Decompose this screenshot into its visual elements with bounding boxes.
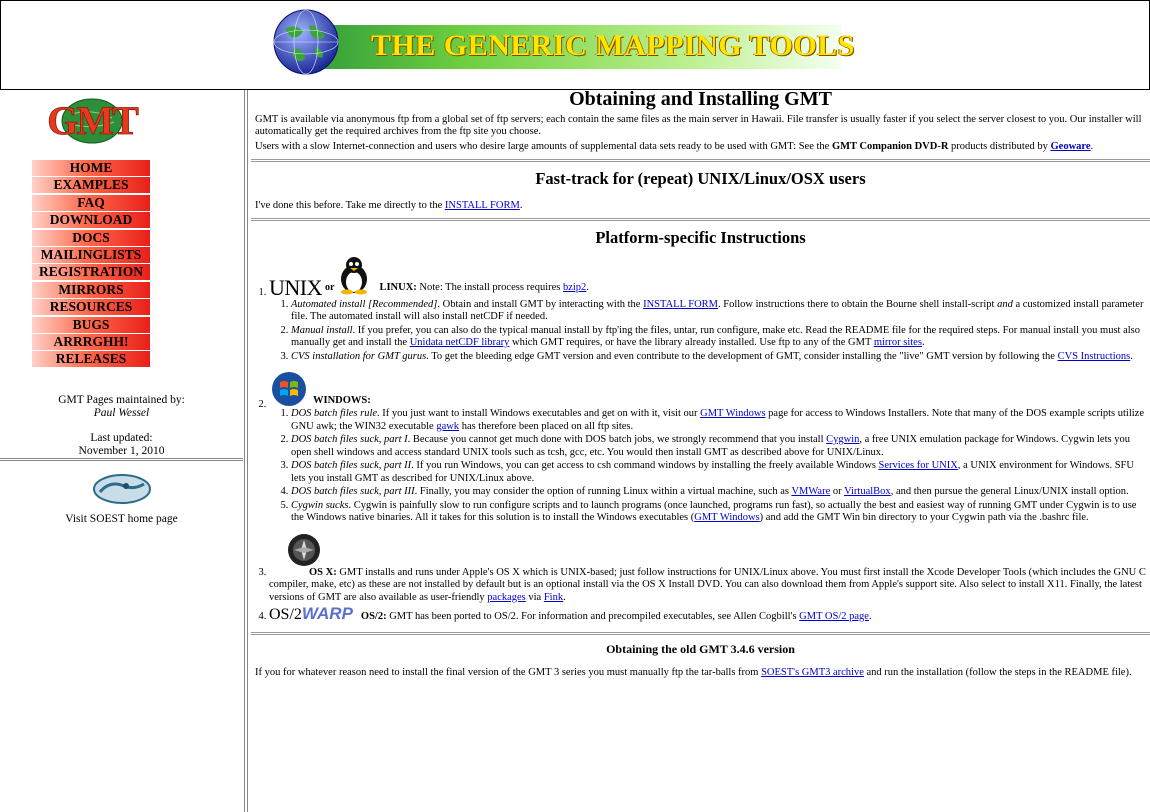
intro-section: Obtaining and Installing GMT GMT is avai… (251, 90, 1150, 162)
list-item-windows: WINDOWS: DOS batch files rule. If you ju… (269, 371, 1146, 525)
geoware-link[interactable]: Geoware (1051, 141, 1091, 152)
nav-bugs[interactable]: BUGS (32, 316, 150, 333)
sfu-link[interactable]: Services for UNIX (879, 460, 958, 471)
logo-text: GMT (47, 98, 139, 143)
bzip2-link[interactable]: bzip2 (563, 282, 586, 293)
os2-warp-logo: OS/2WARP (269, 604, 353, 623)
maintainer-name: Paul Wessel (93, 407, 150, 419)
banner-frame: THE GENERIC MAPPING TOOLS (0, 0, 1150, 90)
old-version-section: Obtaining the old GMT 3.4.6 version If y… (251, 641, 1150, 680)
main-content: Obtaining and Installing GMT GMT is avai… (251, 90, 1150, 812)
list-item: DOS batch files suck, part III. Finally,… (291, 486, 1146, 499)
list-item: Cygwin sucks. Cygwin is painfully slow t… (291, 500, 1146, 525)
fast-track-text: I've done this before. Take me directly … (255, 199, 523, 211)
mirror-sites-link[interactable]: mirror sites (874, 337, 922, 348)
list-item: DOS batch files suck, part I. Because yo… (291, 434, 1146, 459)
virtualbox-link[interactable]: VirtualBox (844, 486, 891, 497)
maintainer-info: GMT Pages maintained by: Paul Wessel Las… (0, 394, 243, 458)
left-sidebar: GMT HOME EXAMPLES FAQ DOWNLOAD DOCS MAILINGLI… (0, 90, 248, 812)
unix-logo: UNIX (269, 275, 323, 300)
nav-menu: HOME EXAMPLES FAQ DOWNLOAD DOCS MAILINGLISTS R… (32, 160, 150, 369)
install-form-link[interactable]: INSTALL FORM (445, 200, 520, 211)
soest-logo-icon[interactable] (90, 472, 154, 506)
nav-examples[interactable]: EXAMPLES (32, 177, 150, 194)
nav-releases[interactable]: RELEASES (32, 351, 150, 368)
list-item: DOS batch files suck, part II. If you ru… (291, 460, 1146, 485)
nav-mailinglists[interactable]: MAILINGLISTS (32, 246, 150, 263)
soest-box: Visit SOEST home page (0, 462, 243, 812)
fast-track-title: Fast-track for (repeat) UNIX/Linux/OSX u… (535, 169, 866, 188)
soest-link[interactable]: Visit SOEST home page (65, 513, 178, 525)
platform-section: Platform-specific Instructions UNIX or L… (251, 228, 1150, 635)
list-item: Manual install. If you prefer, you can a… (291, 325, 1146, 350)
os2-page-link[interactable]: GMT OS/2 page (799, 611, 869, 622)
banner: THE GENERIC MAPPING TOOLS (271, 9, 854, 75)
fast-track-section: Fast-track for (repeat) UNIX/Linux/OSX u… (251, 169, 1150, 221)
platform-title: Platform-specific Instructions (595, 228, 806, 247)
nav-frame: GMT HOME EXAMPLES FAQ DOWNLOAD DOCS MAILINGLI… (0, 90, 243, 461)
gmt3-archive-link[interactable]: SOEST's GMT3 archive (761, 667, 864, 678)
nav-registration[interactable]: REGISTRATION (32, 264, 150, 281)
netcdf-link[interactable]: Unidata netCDF library (410, 337, 510, 348)
gmt-logo[interactable]: GMT (20, 96, 165, 146)
old-version-title: Obtaining the old GMT 3.4.6 version (606, 641, 795, 656)
nav-home[interactable]: HOME (32, 160, 150, 176)
nav-faq[interactable]: FAQ (32, 194, 150, 211)
list-item-osx: OS X: GMT installs and runs under Apple'… (269, 533, 1146, 605)
nav-resources[interactable]: RESOURCES (32, 299, 150, 316)
maintainer-label: GMT Pages maintained by: (58, 394, 185, 406)
list-item-os2: OS/2WARP OS/2: GMT has been ported to OS… (269, 604, 1146, 624)
list-item: DOS batch files rule. If you just want t… (291, 408, 1146, 433)
intro-text: GMT is available via anonymous ftp from … (255, 113, 1142, 138)
install-form-link-2[interactable]: INSTALL FORM (643, 299, 718, 310)
gawk-link[interactable]: gawk (436, 421, 459, 432)
osx-heading: OS X: (309, 566, 337, 578)
platform-list: UNIX or LINUX: Note: The install process… (255, 255, 1146, 624)
globe-icon (273, 9, 339, 75)
cvs-link[interactable]: CVS Instructions (1058, 351, 1131, 362)
windows-heading: WINDOWS: (313, 394, 371, 406)
nav-download[interactable]: DOWNLOAD (32, 212, 150, 229)
list-item: Automated install [Recommended]. Obtain … (291, 299, 1146, 324)
cygwin-link[interactable]: Cygwin (826, 434, 859, 445)
old-version-text: If you for whatever reason need to insta… (255, 667, 1132, 678)
tux-icon (341, 256, 368, 294)
last-updated-label: Last updated: (90, 432, 153, 444)
nav-arrrghh[interactable]: ARRRGHH! (32, 333, 150, 350)
list-item: CVS installation for GMT gurus. To get t… (291, 351, 1146, 364)
windows-icon (272, 372, 306, 406)
banner-title: THE GENERIC MAPPING TOOLS (371, 29, 855, 62)
packages-link[interactable]: packages (487, 592, 525, 603)
page-title: Obtaining and Installing GMT (569, 90, 832, 110)
intro-text-2: Users with a slow Internet-connection an… (255, 140, 1094, 152)
last-updated-date: November 1, 2010 (78, 445, 165, 457)
gmt-windows-link[interactable]: GMT Windows (700, 408, 765, 419)
nav-mirrors[interactable]: MIRRORS (32, 281, 150, 298)
vmware-link[interactable]: VMWare (791, 486, 830, 497)
nav-docs[interactable]: DOCS (32, 229, 150, 246)
osx-icon (288, 533, 320, 566)
fink-link[interactable]: Fink (544, 592, 563, 603)
gmt-windows-link-2[interactable]: GMT Windows (694, 512, 759, 523)
list-item-unix: UNIX or LINUX: Note: The install process… (269, 255, 1146, 364)
